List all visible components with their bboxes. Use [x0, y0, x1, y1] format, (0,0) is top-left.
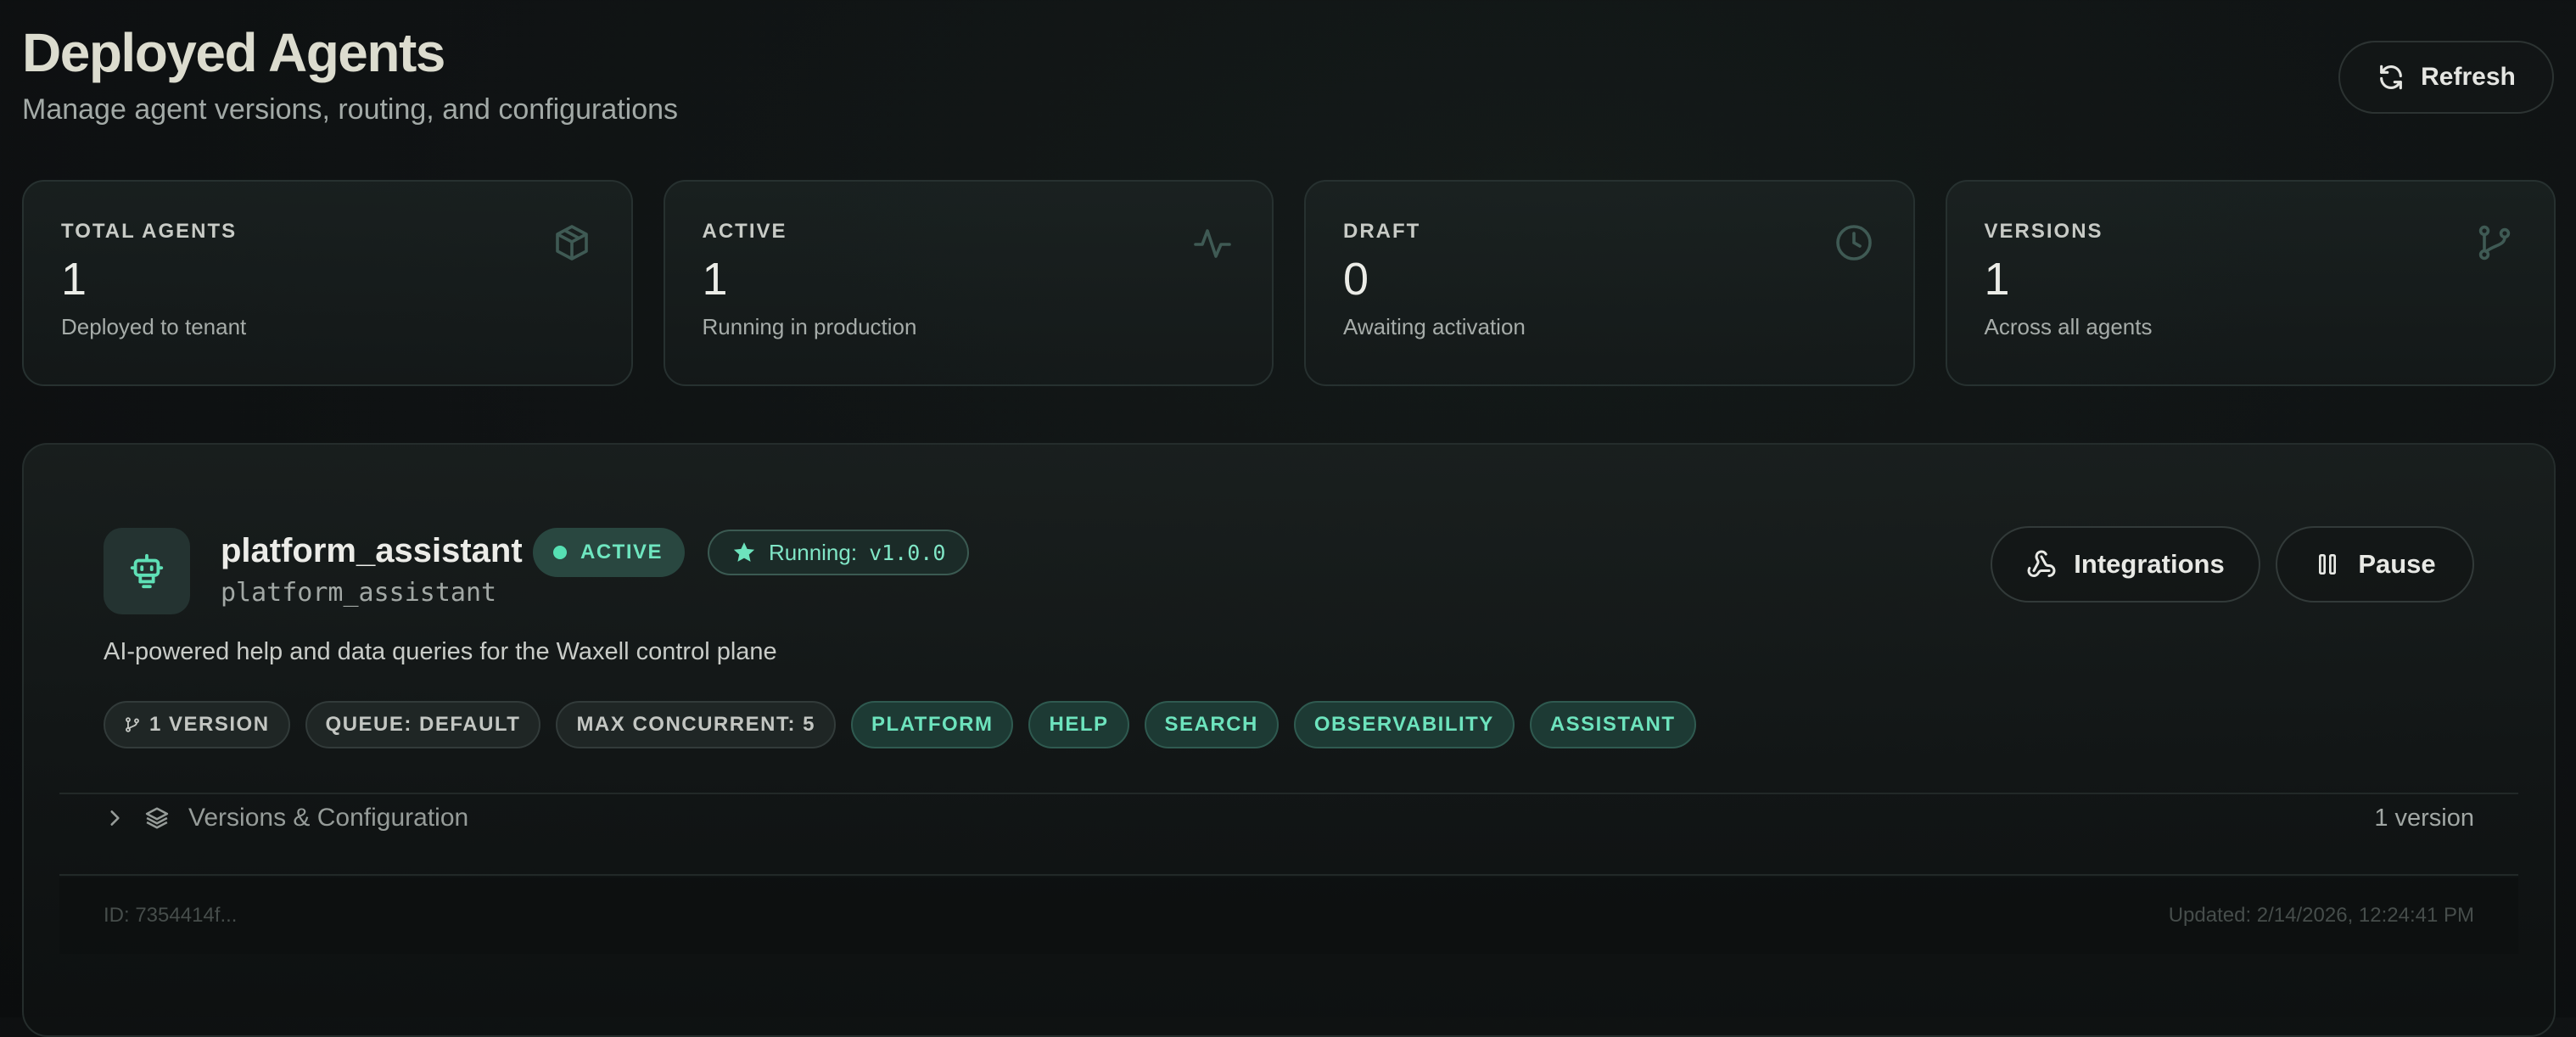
activity-icon	[1194, 229, 1231, 258]
versions-configuration-toggle[interactable]: Versions & Configuration 1 version	[104, 798, 2474, 838]
stat-description: Awaiting activation	[1343, 314, 1526, 339]
topic-tag-help: HELP	[1028, 701, 1129, 748]
stat-label: DRAFT	[1343, 220, 1421, 243]
refresh-button[interactable]: Refresh	[2338, 41, 2554, 114]
agent-description: AI-powered help and data queries for the…	[104, 638, 777, 665]
topic-tag-platform: PLATFORM	[850, 701, 1014, 748]
agent-avatar	[104, 528, 190, 614]
version-count-tag: 1 VERSION	[104, 701, 290, 748]
stats-row: TOTAL AGENTS 1 Deployed to tenant ACTIVE…	[22, 180, 2556, 386]
status-dot-icon	[553, 546, 567, 559]
stat-label: ACTIVE	[702, 220, 787, 243]
pause-button[interactable]: Pause	[2276, 526, 2474, 603]
tag-label: ASSISTANT	[1549, 713, 1676, 736]
robot-icon	[130, 553, 164, 589]
integrations-label: Integrations	[2074, 549, 2225, 579]
stat-value: 1	[61, 254, 87, 305]
max-concurrent-tag: MAX CONCURRENT: 5	[556, 701, 836, 748]
agent-slug: platform_assistant	[221, 578, 497, 608]
page-header: Deployed Agents Manage agent versions, r…	[22, 19, 678, 127]
section-divider	[59, 874, 2518, 876]
git-branch-icon	[2478, 225, 2511, 261]
status-label: ACTIVE	[580, 541, 664, 563]
agent-id: ID: 7354414f...	[104, 904, 238, 927]
box-icon	[555, 225, 588, 261]
stat-label: VERSIONS	[1984, 220, 2103, 243]
webhook-icon	[2027, 550, 2056, 577]
git-branch-icon	[126, 717, 139, 732]
stat-description: Running in production	[702, 314, 917, 339]
stat-label: TOTAL AGENTS	[61, 220, 238, 243]
stat-description: Deployed to tenant	[61, 314, 247, 339]
status-badge: ACTIVE	[533, 528, 686, 577]
refresh-icon	[2380, 64, 2403, 90]
topic-tag-assistant: ASSISTANT	[1529, 701, 1696, 748]
section-divider	[59, 793, 2518, 794]
tag-label: QUEUE: DEFAULT	[325, 713, 521, 736]
agent-footer: ID: 7354414f... Updated: 2/14/2026, 12:2…	[59, 877, 2518, 954]
tag-label: OBSERVABILITY	[1313, 713, 1494, 736]
running-version-badge: Running: v1.0.0	[708, 530, 970, 575]
stat-card-active: ACTIVE 1 Running in production	[663, 180, 1274, 386]
stat-value: 1	[702, 254, 728, 305]
agent-card: platform_assistant platform_assistant AC…	[22, 443, 2556, 1037]
page-title: Deployed Agents	[22, 22, 445, 83]
versions-count: 1 version	[2374, 804, 2474, 832]
tag-label: HELP	[1049, 713, 1109, 736]
stat-value: 0	[1343, 254, 1369, 305]
agent-name[interactable]: platform_assistant	[221, 530, 523, 572]
integrations-button[interactable]: Integrations	[1991, 526, 2260, 603]
stat-card-versions: VERSIONS 1 Across all agents	[1945, 180, 2556, 386]
stat-card-total-agents: TOTAL AGENTS 1 Deployed to tenant	[22, 180, 633, 386]
stat-description: Across all agents	[1984, 314, 2153, 339]
agent-updated-timestamp: Updated: 2/14/2026, 12:24:41 PM	[2168, 904, 2474, 927]
tag-label: 1 VERSION	[149, 713, 270, 736]
tag-label: SEARCH	[1164, 713, 1258, 736]
page-subtitle: Manage agent versions, routing, and conf…	[22, 93, 679, 126]
tag-row: 1 VERSION QUEUE: DEFAULT MAX CONCURRENT:…	[104, 701, 1696, 748]
refresh-label: Refresh	[2421, 63, 2516, 91]
topic-tag-observability: OBSERVABILITY	[1293, 701, 1515, 748]
pause-label: Pause	[2358, 549, 2436, 579]
agent-actions: Integrations Pause	[1991, 526, 2474, 603]
stat-value: 1	[1984, 254, 2010, 305]
running-label: Running:	[769, 539, 858, 565]
queue-tag: QUEUE: DEFAULT	[305, 701, 541, 748]
running-version: v1.0.0	[869, 540, 946, 565]
stat-card-draft: DRAFT 0 Awaiting activation	[1304, 180, 1915, 386]
chevron-right-icon	[110, 810, 120, 826]
pause-icon	[2319, 554, 2337, 575]
star-icon	[733, 542, 755, 562]
tag-label: MAX CONCURRENT: 5	[576, 713, 815, 736]
tag-label: PLATFORM	[871, 713, 994, 736]
topic-tag-search: SEARCH	[1144, 701, 1279, 748]
versions-section-label: Versions & Configuration	[188, 804, 469, 832]
clock-icon	[1835, 225, 1872, 261]
layers-icon	[145, 807, 169, 829]
